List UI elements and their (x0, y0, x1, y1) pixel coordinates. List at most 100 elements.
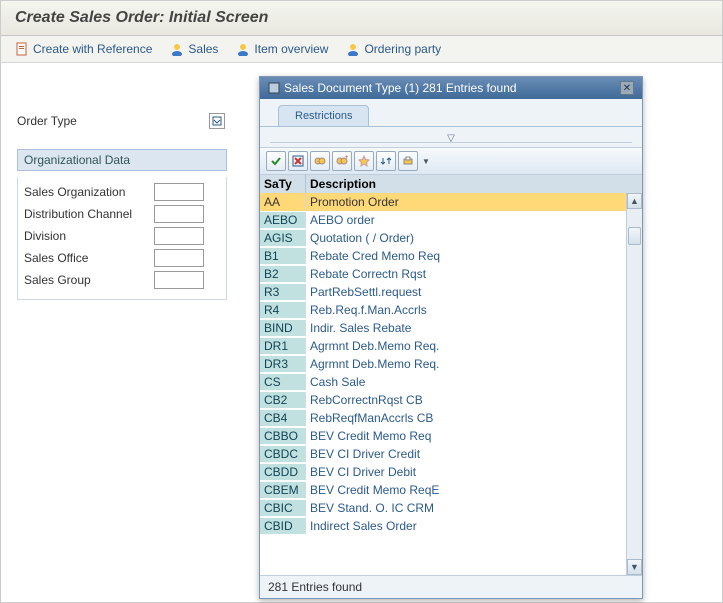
cell-description: PartRebSettl.request (306, 284, 626, 300)
cell-saty: CBBO (260, 428, 306, 444)
table-header: SaTy Description (260, 175, 642, 194)
table-row[interactable]: CBEMBEV Credit Memo ReqE (260, 481, 626, 499)
table-row[interactable]: AAPromotion Order (260, 193, 626, 211)
cell-description: BEV Credit Memo ReqE (306, 482, 626, 498)
table-row[interactable]: CB2RebCorrectnRqst CB (260, 391, 626, 409)
document-icon (15, 42, 29, 56)
person-icon (346, 42, 360, 56)
table-body: AAPromotion OrderAEBOAEBO orderAGISQuota… (260, 193, 626, 575)
tab-restrictions[interactable]: Restrictions (278, 105, 369, 126)
cell-description: Agrmnt Deb.Memo Req. (306, 338, 626, 354)
table-row[interactable]: AGISQuotation ( / Order) (260, 229, 626, 247)
popup-titlebar: Sales Document Type (1) 281 Entries foun… (260, 77, 642, 99)
expand-icon[interactable]: ▽ (447, 133, 455, 144)
table-row[interactable]: R3PartRebSettl.request (260, 283, 626, 301)
personal-list-button[interactable] (354, 151, 374, 171)
table-row[interactable]: DR1Agrmnt Deb.Memo Req. (260, 337, 626, 355)
order-type-label: Order Type (17, 114, 147, 128)
search-help-icon (212, 116, 222, 126)
cancel-button[interactable] (288, 151, 308, 171)
chevron-down-icon: ▼ (422, 157, 430, 166)
division-input[interactable] (154, 227, 204, 245)
table-row[interactable]: DR3Agrmnt Deb.Memo Req. (260, 355, 626, 373)
order-type-f4-button[interactable] (209, 113, 225, 129)
table-row[interactable]: CB4RebReqfManAccrls CB (260, 409, 626, 427)
table-row[interactable]: CBDCBEV CI Driver Credit (260, 445, 626, 463)
close-icon: ✕ (623, 83, 631, 94)
table-row[interactable]: R4Reb.Req.f.Man.Accrls (260, 301, 626, 319)
binoculars-plus-icon: + (336, 155, 348, 167)
cell-description: Indirect Sales Order (306, 518, 626, 534)
find-next-button[interactable]: + (332, 151, 352, 171)
cell-description: Quotation ( / Order) (306, 230, 626, 246)
find-button[interactable] (310, 151, 330, 171)
table-row[interactable]: CSCash Sale (260, 373, 626, 391)
cell-description: RebCorrectnRqst CB (306, 392, 626, 408)
sales-label: Sales (188, 42, 218, 56)
table-row[interactable]: CBBOBEV Credit Memo Req (260, 427, 626, 445)
toolbar-dropdown[interactable]: ▼ (420, 151, 432, 171)
triangle-down-icon: ▼ (630, 562, 639, 572)
vertical-scrollbar[interactable]: ▲ ▼ (626, 193, 642, 575)
popup-status: 281 Entries found (260, 575, 642, 598)
svg-text:+: + (345, 155, 348, 161)
table-row[interactable]: CBDDBEV CI Driver Debit (260, 463, 626, 481)
cell-description: Agrmnt Deb.Memo Req. (306, 356, 626, 372)
cell-description: Rebate Correctn Rqst (306, 266, 626, 282)
cell-saty: CBDD (260, 464, 306, 480)
result-table: SaTy Description AAPromotion OrderAEBOAE… (260, 175, 642, 575)
cell-saty: CB4 (260, 410, 306, 426)
sort-button[interactable] (376, 151, 396, 171)
sales-office-input[interactable] (154, 249, 204, 267)
col-description[interactable]: Description (306, 175, 642, 193)
search-help-popup: Sales Document Type (1) 281 Entries foun… (259, 76, 643, 599)
sales-org-input[interactable] (154, 183, 204, 201)
table-row[interactable]: B1Rebate Cred Memo Req (260, 247, 626, 265)
org-data-body: Sales Organization Distribution Channel … (17, 177, 227, 300)
triangle-up-icon: ▲ (630, 196, 639, 206)
scroll-up-button[interactable]: ▲ (627, 193, 642, 209)
scroll-thumb[interactable] (628, 227, 641, 245)
popup-tabstrip: Restrictions (260, 99, 642, 127)
window-icon (268, 82, 280, 94)
item-overview-label: Item overview (254, 42, 328, 56)
sales-button[interactable]: Sales (170, 42, 218, 56)
accept-button[interactable] (266, 151, 286, 171)
printer-icon (402, 155, 414, 167)
sales-org-label: Sales Organization (24, 185, 154, 199)
person-icon (236, 42, 250, 56)
cell-saty: CBID (260, 518, 306, 534)
popup-close-button[interactable]: ✕ (620, 81, 634, 95)
scroll-track[interactable] (627, 209, 642, 559)
cell-saty: BIND (260, 320, 306, 336)
dist-channel-input[interactable] (154, 205, 204, 223)
ordering-party-label: Ordering party (364, 42, 441, 56)
cell-description: Indir. Sales Rebate (306, 320, 626, 336)
cell-saty: B2 (260, 266, 306, 282)
restrictions-area: ▽ (260, 127, 642, 147)
scroll-down-button[interactable]: ▼ (627, 559, 642, 575)
ordering-party-button[interactable]: Ordering party (346, 42, 441, 56)
table-row[interactable]: AEBOAEBO order (260, 211, 626, 229)
table-row[interactable]: BINDIndir. Sales Rebate (260, 319, 626, 337)
cell-saty: R4 (260, 302, 306, 318)
sales-group-input[interactable] (154, 271, 204, 289)
table-row[interactable]: B2Rebate Correctn Rqst (260, 265, 626, 283)
create-with-reference-button[interactable]: Create with Reference (15, 42, 152, 56)
dist-channel-label: Distribution Channel (24, 207, 154, 221)
cell-saty: AEBO (260, 212, 306, 228)
cell-saty: B1 (260, 248, 306, 264)
cell-saty: CBDC (260, 446, 306, 462)
col-saty[interactable]: SaTy (260, 175, 306, 193)
item-overview-button[interactable]: Item overview (236, 42, 328, 56)
table-row[interactable]: CBIDIndirect Sales Order (260, 517, 626, 535)
table-row[interactable]: CBICBEV Stand. O. IC CRM (260, 499, 626, 517)
sort-icon (380, 155, 392, 167)
cell-saty: DR1 (260, 338, 306, 354)
print-button[interactable] (398, 151, 418, 171)
title-bar: Create Sales Order: Initial Screen (1, 1, 722, 36)
cell-description: RebReqfManAccrls CB (306, 410, 626, 426)
cell-description: BEV Stand. O. IC CRM (306, 500, 626, 516)
cell-saty: AA (260, 194, 306, 210)
check-icon (270, 155, 282, 167)
